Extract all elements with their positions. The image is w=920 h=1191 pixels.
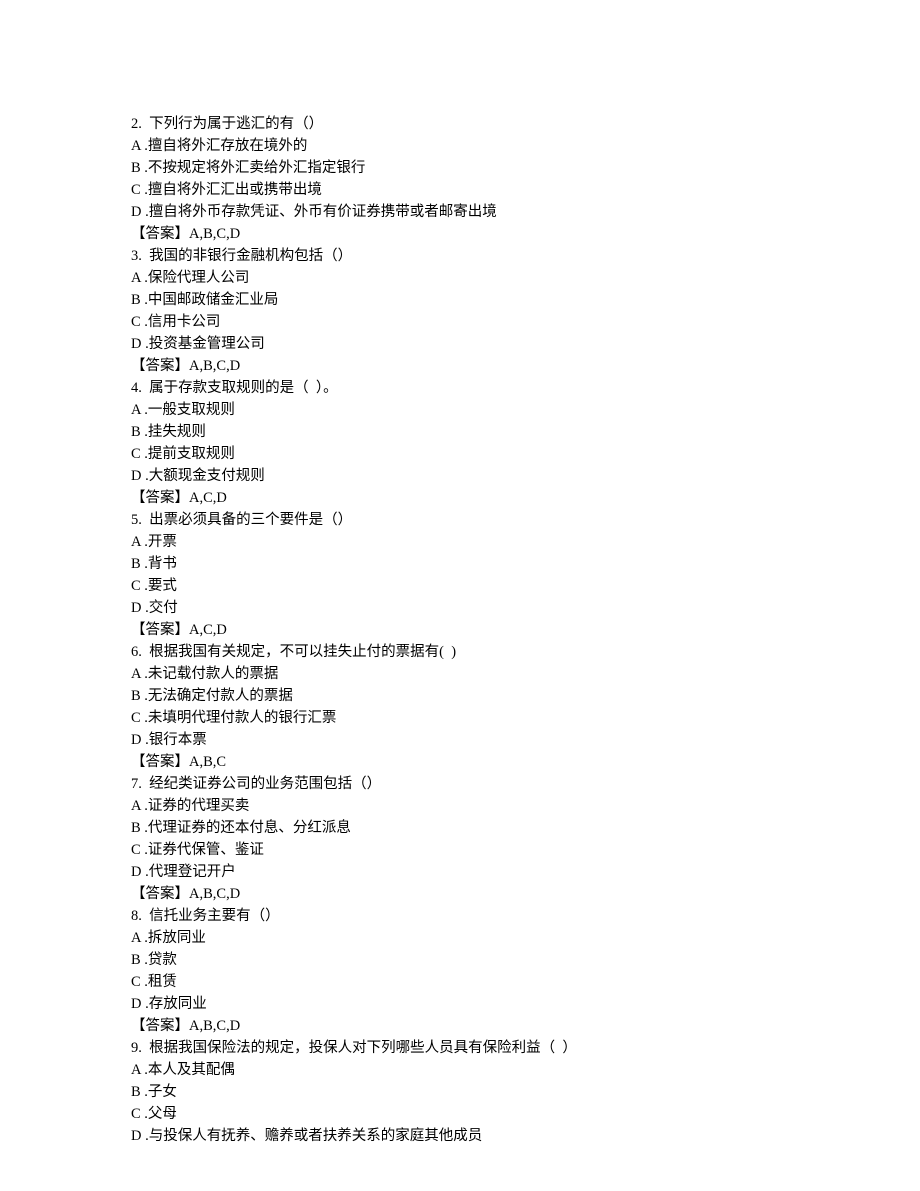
question-option: C .信用卡公司: [131, 311, 920, 333]
answer-line: 【答案】A,C,D: [131, 619, 920, 641]
question-option: B .挂失规则: [131, 421, 920, 443]
question-option: A .一般支取规则: [131, 399, 920, 421]
answer-line: 【答案】A,C,D: [131, 487, 920, 509]
question-option: C .租赁: [131, 971, 920, 993]
document-page: 2. 下列行为属于逃汇的有（）A .擅自将外汇存放在境外的B .不按规定将外汇卖…: [0, 0, 920, 1191]
question-option: D .与投保人有抚养、赡养或者扶养关系的家庭其他成员: [131, 1125, 920, 1147]
answer-line: 【答案】A,B,C,D: [131, 223, 920, 245]
question-option: D .银行本票: [131, 729, 920, 751]
question-option: B .不按规定将外汇卖给外汇指定银行: [131, 157, 920, 179]
question-option: D .交付: [131, 597, 920, 619]
question-stem: 2. 下列行为属于逃汇的有（）: [131, 113, 920, 135]
answer-line: 【答案】A,B,C,D: [131, 883, 920, 905]
question-option: B .贷款: [131, 949, 920, 971]
question-option: B .代理证券的还本付息、分红派息: [131, 817, 920, 839]
question-stem: 6. 根据我国有关规定，不可以挂失止付的票据有( ): [131, 641, 920, 663]
question-option: C .未填明代理付款人的银行汇票: [131, 707, 920, 729]
question-option: D .存放同业: [131, 993, 920, 1015]
question-option: A .开票: [131, 531, 920, 553]
question-stem: 5. 出票必须具备的三个要件是（）: [131, 509, 920, 531]
question-option: C .父母: [131, 1103, 920, 1125]
question-option: B .中国邮政储金汇业局: [131, 289, 920, 311]
question-option: D .代理登记开户: [131, 861, 920, 883]
question-option: A .未记载付款人的票据: [131, 663, 920, 685]
question-option: D .大额现金支付规则: [131, 465, 920, 487]
question-stem: 4. 属于存款支取规则的是（ ）。: [131, 377, 920, 399]
question-option: A .保险代理人公司: [131, 267, 920, 289]
question-option: A .本人及其配偶: [131, 1059, 920, 1081]
question-option: C .提前支取规则: [131, 443, 920, 465]
answer-line: 【答案】A,B,C,D: [131, 355, 920, 377]
question-option: B .子女: [131, 1081, 920, 1103]
answer-line: 【答案】A,B,C: [131, 751, 920, 773]
question-stem: 9. 根据我国保险法的规定，投保人对下列哪些人员具有保险利益（ ）: [131, 1037, 920, 1059]
question-option: C .擅自将外汇汇出或携带出境: [131, 179, 920, 201]
question-option: C .证券代保管、鉴证: [131, 839, 920, 861]
question-option: A .拆放同业: [131, 927, 920, 949]
question-stem: 7. 经纪类证券公司的业务范围包括（）: [131, 773, 920, 795]
answer-line: 【答案】A,B,C,D: [131, 1015, 920, 1037]
question-stem: 8. 信托业务主要有（）: [131, 905, 920, 927]
question-option: B .无法确定付款人的票据: [131, 685, 920, 707]
question-option: D .擅自将外币存款凭证、外币有价证券携带或者邮寄出境: [131, 201, 920, 223]
question-option: D .投资基金管理公司: [131, 333, 920, 355]
question-option: C .要式: [131, 575, 920, 597]
question-stem: 3. 我国的非银行金融机构包括（）: [131, 245, 920, 267]
question-option: B .背书: [131, 553, 920, 575]
question-option: A .证券的代理买卖: [131, 795, 920, 817]
question-option: A .擅自将外汇存放在境外的: [131, 135, 920, 157]
